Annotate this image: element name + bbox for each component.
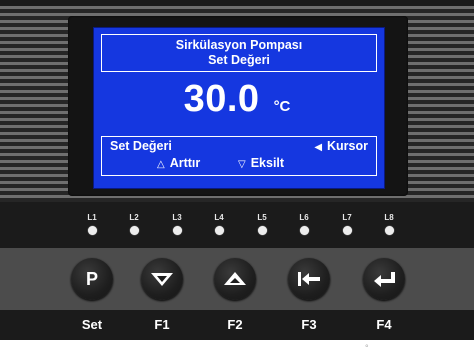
f3-button[interactable] [288, 258, 330, 300]
led-light [214, 226, 224, 235]
f4-button[interactable] [363, 258, 405, 300]
up-triangle-icon [224, 272, 246, 285]
led-light [299, 226, 309, 235]
degree-mark: ° [365, 343, 369, 353]
led-label: L7 [342, 213, 352, 222]
set-button[interactable]: P [71, 258, 113, 300]
led-indicator-3: L3 [167, 213, 187, 235]
led-light [257, 226, 267, 235]
cursor-label: Kursor [327, 139, 368, 153]
setpoint-value: 30.0 [183, 78, 260, 120]
down-triangle-icon [151, 273, 173, 286]
led-indicator-4: L4 [209, 213, 229, 235]
led-label: L5 [257, 213, 267, 222]
arrow-left-bar-icon [298, 272, 320, 286]
up-triangle-outline-icon: △ [157, 159, 165, 170]
led-indicator-5: L5 [252, 213, 272, 235]
title-box: Sirkülasyon Pompası Set Değeri [101, 34, 377, 72]
f2-button-label: F2 [227, 317, 243, 332]
led-label: L8 [384, 213, 394, 222]
led-light [384, 226, 394, 235]
led-indicator-2: L2 [124, 213, 144, 235]
left-triangle-icon: ◀ [314, 142, 323, 153]
controller-panel: Sirkülasyon Pompası Set Değeri 30.0 °C Se… [0, 0, 474, 340]
menu-hint-box: Set Değeri ◀ Kursor △ Arttır ▽ Eksilt [101, 136, 377, 176]
unit-label: °C [273, 98, 291, 115]
cursor-hint: ◀ Kursor [314, 139, 368, 153]
display-title: Sirkülasyon Pompası [175, 38, 303, 52]
led-indicator-7: L7 [337, 213, 357, 235]
decrease-hint: ▽ Eksilt [238, 156, 284, 170]
increase-label: Arttır [169, 156, 201, 170]
display-subtitle: Set Değeri [208, 53, 270, 67]
p-letter-icon: P [85, 268, 98, 289]
led-light [342, 226, 352, 235]
lcd-display: Sirkülasyon Pompası Set Değeri 30.0 °C Se… [93, 27, 385, 189]
led-indicator-8: L8 [379, 213, 399, 235]
f2-button[interactable] [214, 258, 256, 300]
led-light [87, 226, 97, 235]
enter-return-icon [374, 272, 395, 287]
led-indicator-6: L6 [294, 213, 314, 235]
f1-button-label: F1 [154, 317, 170, 332]
f1-button[interactable] [141, 258, 183, 300]
f4-button-label: F4 [376, 317, 392, 332]
value-readout: 30.0 °C [94, 78, 384, 128]
led-label: L2 [129, 213, 139, 222]
decrease-label: Eksilt [250, 156, 285, 170]
led-light [129, 226, 139, 235]
led-label: L3 [172, 213, 182, 222]
f3-button-label: F3 [301, 317, 317, 332]
led-label: L1 [87, 213, 97, 222]
led-indicator-1: L1 [82, 213, 102, 235]
led-label: L4 [214, 213, 224, 222]
down-triangle-outline-icon: ▽ [238, 159, 246, 170]
increase-hint: △ Arttır [157, 156, 200, 170]
led-light [172, 226, 182, 235]
led-label: L6 [299, 213, 309, 222]
set-button-label: Set [81, 317, 103, 332]
footer-label: Set Değeri [110, 139, 172, 153]
